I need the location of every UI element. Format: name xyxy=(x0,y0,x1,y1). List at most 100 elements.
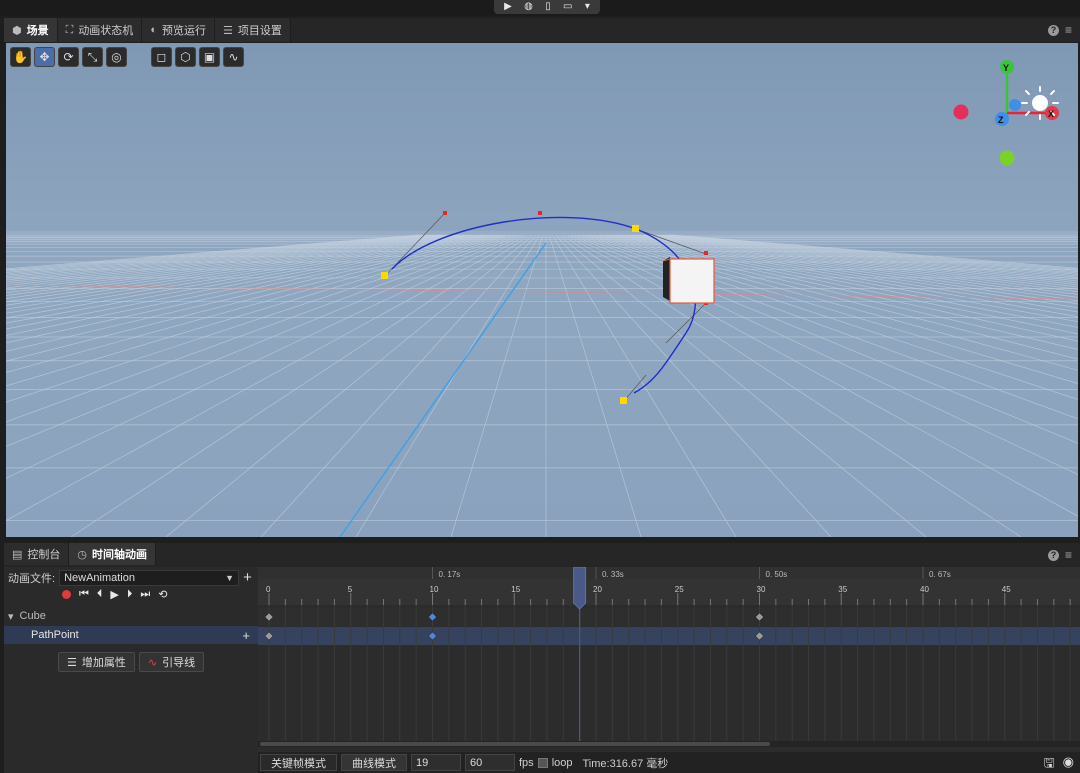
globe-icon[interactable]: ◍ xyxy=(524,0,533,14)
playhead-handle[interactable] xyxy=(573,567,587,610)
tab-label: 时间轴动画 xyxy=(92,549,148,561)
timeline-canvas[interactable]: 0. 17s 0. 33s 0. 50s 0. 67s 0 5 10 15 20 25 30 35 40… xyxy=(258,567,1080,773)
add-animation-icon[interactable]: + xyxy=(243,570,252,585)
export-icon[interactable]: ◉ xyxy=(1063,754,1074,773)
add-keyframe-icon[interactable]: + xyxy=(242,628,250,643)
camera-icon[interactable]: ▣ xyxy=(199,47,220,67)
tab-console[interactable]: ▤ 控制台 xyxy=(4,543,70,565)
stats-icon[interactable]: ∿ xyxy=(223,47,244,67)
play-icon[interactable]: ▶ xyxy=(110,588,118,601)
time-marker-label: 0. 67s xyxy=(929,570,951,579)
next-frame-icon[interactable]: ⏵ xyxy=(127,588,133,601)
frame-tick-label: 40 xyxy=(920,585,929,594)
scene-viewport[interactable]: Y X Z ✋ ✥ ⟳ ⤡ ◎ ◻ ⬡ ▣ ∿ xyxy=(6,43,1078,537)
guide-line-button[interactable]: ∿ 引导线 xyxy=(138,652,205,672)
frame-tick-label: 10 xyxy=(430,585,439,594)
tab-project-settings[interactable]: ☰ 项目设置 xyxy=(214,18,291,42)
tab-label: 项目设置 xyxy=(237,25,282,37)
loop-checkbox[interactable] xyxy=(537,757,548,768)
fps-label: fps xyxy=(519,756,534,769)
first-frame-icon[interactable]: ⏮ xyxy=(79,588,89,601)
tab-label: 控制台 xyxy=(27,549,61,561)
preview-icon: ◐ xyxy=(150,24,157,36)
console-icon: ▤ xyxy=(12,548,23,561)
phone-icon[interactable]: ▯ xyxy=(545,0,551,14)
tab-scene[interactable]: ⬢ 场景 xyxy=(4,18,58,42)
hand-tool-icon[interactable]: ✋ xyxy=(10,47,31,67)
last-frame-icon[interactable]: ⏭ xyxy=(140,588,150,601)
animation-file-row: 动画文件: NewAnimation ▼ + xyxy=(8,570,252,586)
dropdown-icon[interactable]: ▾ xyxy=(585,0,590,14)
play-icon[interactable]: ▶ xyxy=(504,0,512,14)
keyframe-mode-button[interactable]: 关键帧模式 xyxy=(260,754,337,771)
curve-mode-button[interactable]: 曲线模式 xyxy=(341,754,407,771)
path-handle[interactable] xyxy=(632,225,639,232)
tab-label: 动画状态机 xyxy=(78,25,134,37)
tab-label: 预览运行 xyxy=(161,25,206,37)
scene-toolbar: ✋ ✥ ⟳ ⤡ ◎ ◻ ⬡ ▣ ∿ xyxy=(10,47,244,67)
wireframe-cube-icon[interactable]: ◻ xyxy=(151,47,172,67)
track-node-name: Cube xyxy=(19,610,46,622)
frame-tick-label: 35 xyxy=(838,585,847,594)
frame-input[interactable]: 19 xyxy=(411,754,461,771)
track-property-name: PathPoint xyxy=(31,629,79,641)
move-tool-icon[interactable]: ✥ xyxy=(34,47,55,67)
bottom-panel: ▤ 控制台 ◷ 时间轴动画 ? ≡ 动画文件: NewAnimation ▼ +… xyxy=(4,543,1080,773)
add-property-label: 增加属性 xyxy=(81,657,126,669)
frame-tick-label: 5 xyxy=(348,585,353,594)
playback-controls: ⏮ ⏴ ▶ ⏵ ⏭ ⟲ xyxy=(62,588,168,601)
frame-tick-label: 20 xyxy=(593,585,602,594)
track-property-row[interactable]: PathPoint + xyxy=(4,626,258,644)
guide-line-label: 引导线 xyxy=(162,657,196,669)
animation-file-value: NewAnimation xyxy=(64,572,135,584)
rotate-tool-icon[interactable]: ⟳ xyxy=(58,47,79,67)
track-node-row[interactable]: ▾ Cube xyxy=(4,607,258,625)
menu-icon[interactable]: ≡ xyxy=(1065,23,1072,37)
gizmo-z-label: Z xyxy=(998,115,1004,125)
gizmo-x-label: X xyxy=(1048,109,1054,119)
monitor-icon[interactable]: ▭ xyxy=(563,0,572,14)
help-icon[interactable]: ? xyxy=(1047,24,1059,36)
timeline-area[interactable]: 0. 17s 0. 33s 0. 50s 0. 67s 0 5 10 15 20 25 30 35 40… xyxy=(258,567,1080,773)
add-property-button[interactable]: ☰ 增加属性 xyxy=(58,652,135,672)
top-bar: ▶ ◍ ▯ ▭ ▾ xyxy=(0,0,1080,16)
menu-icon[interactable]: ≡ xyxy=(1065,548,1072,562)
time-marker-label: 0. 17s xyxy=(439,570,461,579)
path-handle[interactable] xyxy=(381,272,388,279)
fps-input[interactable]: 60 xyxy=(465,754,515,771)
prev-frame-icon[interactable]: ⏴ xyxy=(97,588,103,601)
time-marker-label: 0. 33s xyxy=(602,570,624,579)
loop-label: loop xyxy=(551,756,573,769)
animation-file-select[interactable]: NewAnimation ▼ xyxy=(59,570,240,586)
bottom-tab-bar: ▤ 控制台 ◷ 时间轴动画 ? ≡ xyxy=(4,543,1080,565)
path-handle[interactable] xyxy=(620,397,627,404)
frame-tick-label: 0 xyxy=(266,585,271,594)
clock-icon: ◷ xyxy=(77,548,88,561)
state-machine-icon: ⛶ xyxy=(65,23,74,36)
frame-tick-label: 30 xyxy=(757,585,766,594)
scene-grid: Y X Z xyxy=(6,43,1078,537)
time-readout: Time:316.67 毫秒 xyxy=(582,757,669,770)
solid-cube-icon[interactable]: ⬡ xyxy=(175,47,196,67)
scene-tab-bar: ⬢ 场景 ⛶ 动画状态机 ◐ 预览运行 ☰ 项目设置 ? ≡ xyxy=(4,18,1080,42)
settings-sliders-icon: ☰ xyxy=(222,24,233,37)
rect-tool-icon[interactable]: ◎ xyxy=(106,47,127,67)
tab-timeline-animation[interactable]: ◷ 时间轴动画 xyxy=(69,543,157,565)
track-actions: ☰ 增加属性 ∿ 引导线 xyxy=(58,652,205,672)
tab-animation-state-machine[interactable]: ⛶ 动画状态机 xyxy=(57,18,143,42)
animation-file-label: 动画文件: xyxy=(8,573,56,585)
timeline-scrollbar[interactable] xyxy=(260,742,770,746)
scale-tool-icon[interactable]: ⤡ xyxy=(82,47,103,67)
collapse-arrow-icon[interactable]: ▾ xyxy=(8,610,14,623)
frame-tick-label: 15 xyxy=(511,585,520,594)
gizmo-y-label: Y xyxy=(1003,63,1009,73)
help-icon[interactable]: ? xyxy=(1047,549,1059,561)
tab-preview-run[interactable]: ◐ 预览运行 xyxy=(142,18,215,42)
loop-icon[interactable]: ⟲ xyxy=(158,588,167,601)
animation-tracks-panel: 动画文件: NewAnimation ▼ + ⏮ ⏴ ▶ ⏵ ⏭ ⟲ ▾ Cub… xyxy=(4,567,258,773)
panel-actions: ? ≡ xyxy=(1047,543,1072,567)
cube-object[interactable] xyxy=(662,257,715,304)
panel-actions: ? ≡ xyxy=(1047,18,1072,42)
record-icon[interactable] xyxy=(62,590,71,599)
save-icon[interactable]: 🖫 xyxy=(1044,754,1055,773)
